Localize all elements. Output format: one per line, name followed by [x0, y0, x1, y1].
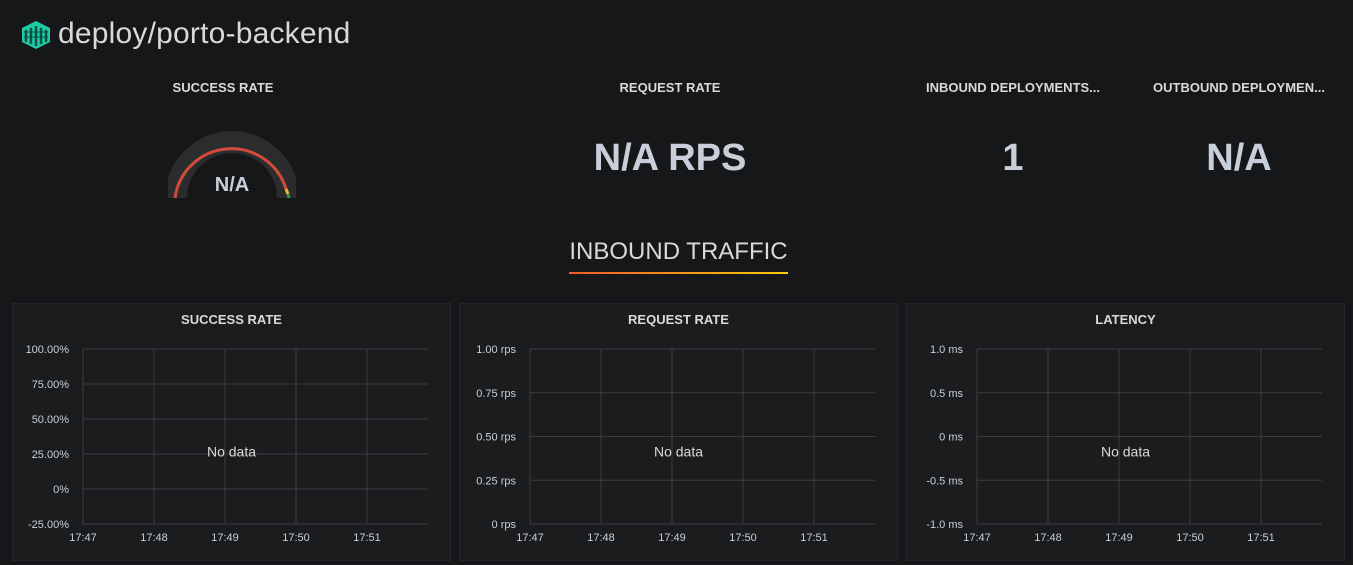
x-tick-label: 17:48 — [140, 532, 168, 544]
y-tick-label: 25.00% — [32, 449, 70, 461]
x-tick-label: 17:50 — [729, 532, 757, 544]
request-rate-value: N/A RPS — [593, 137, 747, 179]
y-tick-label: 0.25 rps — [476, 475, 516, 487]
page-title: deploy/porto-backend — [58, 17, 351, 50]
y-tick-label: 50.00% — [32, 414, 70, 426]
x-tick-label: 17:51 — [800, 532, 828, 544]
y-tick-label: -1.0 ms — [926, 519, 963, 531]
x-tick-label: 17:48 — [587, 532, 615, 544]
x-tick-label: 17:50 — [1176, 532, 1204, 544]
y-tick-label: 1.00 rps — [476, 344, 516, 356]
x-tick-label: 17:49 — [1105, 532, 1133, 544]
request-rate-label: REQUEST RATE — [619, 80, 721, 95]
outbound-deployments-label: OUTBOUND DEPLOYMEN... — [1153, 80, 1325, 95]
x-tick-label: 17:49 — [658, 532, 686, 544]
x-tick-label: 17:49 — [211, 532, 239, 544]
y-tick-label: 0.75 rps — [476, 388, 516, 400]
inbound-deployments-stat: INBOUND DEPLOYMENTS... 1 — [922, 80, 1104, 180]
request-rate-stat: REQUEST RATE N/A RPS — [545, 80, 795, 180]
outbound-deployments-stat: OUTBOUND DEPLOYMEN... N/A — [1148, 80, 1330, 180]
success-rate-chart: 100.00% 75.00% 50.00% 25.00% 0% -25.00%17:47 1… — [26, 344, 428, 544]
inbound-deployments-label: INBOUND DEPLOYMENTS... — [925, 80, 1101, 95]
success-rate-panel: SUCCESS RATE 100.00% 75.00% 50.00% 25.00% 0%… — [12, 303, 451, 561]
success-rate-value: N/A — [214, 174, 250, 196]
dashboard-header: deploy/porto-backend — [20, 14, 351, 54]
row-title-underline — [569, 272, 788, 274]
success-rate-label: SUCCESS RATE — [172, 80, 274, 95]
y-tick-label: -0.5 ms — [926, 475, 963, 487]
latency-chart: 1.0 ms 0.5 ms 0 ms -0.5 ms -1.0 ms17:47 17:48… — [926, 344, 1322, 544]
y-tick-label: 0.50 rps — [476, 432, 516, 444]
success-rate-gauge: N/A — [165, 118, 299, 208]
y-tick-label: 0 rps — [492, 519, 517, 531]
y-tick-label: 75.00% — [32, 379, 70, 391]
y-tick-label: 0 ms — [939, 432, 963, 444]
no-data-label: No data — [1101, 444, 1150, 460]
y-tick-label: -25.00% — [28, 519, 69, 531]
no-data-label: No data — [207, 444, 256, 460]
request-rate-chart: 1.00 rps0.75 rps0.50 rps0.25 rps0 rps17:… — [476, 344, 875, 544]
latency-panel: LATENCY 1.0 ms 0.5 ms 0 ms -0.5 ms -1.0 ms 17… — [906, 303, 1345, 561]
y-tick-label: 0% — [53, 484, 69, 496]
x-tick-label: 17:51 — [1247, 532, 1275, 544]
request-rate-panel: REQUEST RATE 1.00 rps 0.75 rps 0.50 rps 0.2… — [459, 303, 898, 561]
y-tick-label: 0.5 ms — [930, 388, 964, 400]
x-tick-label: 17:47 — [69, 532, 97, 544]
y-tick-label: 100.00% — [26, 344, 70, 356]
inbound-deployments-value: 1 — [1002, 137, 1024, 179]
x-tick-label: 17:50 — [282, 532, 310, 544]
x-tick-label: 17:47 — [516, 532, 544, 544]
no-data-label: No data — [654, 444, 703, 460]
row-title-inbound-traffic[interactable]: INBOUND TRAFFIC — [569, 238, 788, 266]
linkerd-logo-icon — [22, 21, 50, 49]
outbound-deployments-value: N/A — [1206, 137, 1272, 179]
x-tick-label: 17:48 — [1034, 532, 1062, 544]
y-tick-label: 1.0 ms — [930, 344, 964, 356]
x-tick-label: 17:47 — [963, 532, 991, 544]
x-tick-label: 17:51 — [353, 532, 381, 544]
success-rate-stat: SUCCESS RATE — [98, 80, 348, 95]
